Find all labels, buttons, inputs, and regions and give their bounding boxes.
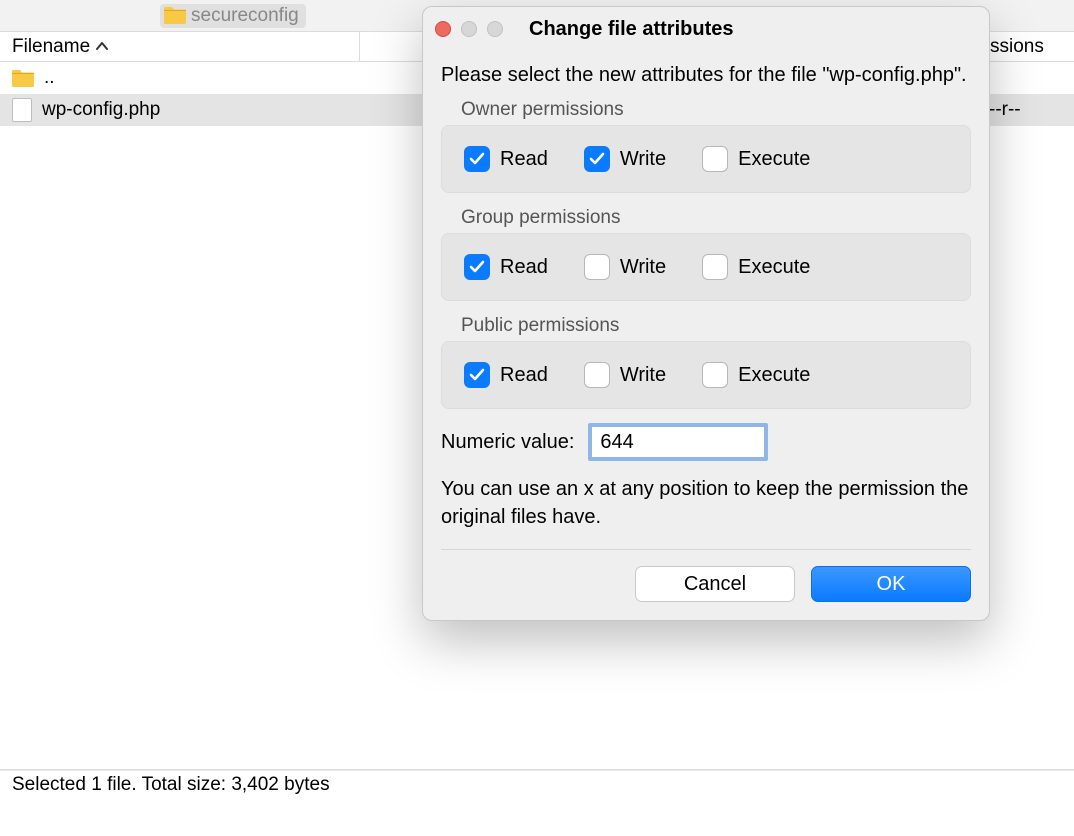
checkbox-label: Read [500,148,548,171]
separator [441,549,971,550]
public-permissions-section: Public permissions Read Write [441,315,971,409]
group-write-checkbox[interactable]: Write [584,254,666,280]
column-header-permissions[interactable]: ssions [984,32,1074,61]
public-read-checkbox[interactable]: Read [464,362,548,388]
breadcrumb-label: secureconfig [191,5,299,27]
column-header-filename-label: Filename [12,36,90,58]
folder-icon [12,70,34,87]
dialog-title: Change file attributes [529,18,733,41]
public-execute-checkbox[interactable]: Execute [702,362,810,388]
button-label: OK [877,573,906,596]
ok-button[interactable]: OK [811,566,971,602]
owner-write-checkbox[interactable]: Write [584,146,666,172]
cancel-button[interactable]: Cancel [635,566,795,602]
status-text: Selected 1 file. Total size: 3,402 bytes [12,774,330,796]
group-execute-checkbox[interactable]: Execute [702,254,810,280]
dialog-buttons: Cancel OK [441,566,971,602]
status-bar: Selected 1 file. Total size: 3,402 bytes [0,770,1074,798]
dialog-prompt: Please select the new attributes for the… [441,61,971,89]
checkbox-label: Read [500,256,548,279]
checkbox-label: Execute [738,148,810,171]
column-header-filename[interactable]: Filename [0,32,360,61]
public-write-checkbox[interactable]: Write [584,362,666,388]
breadcrumb-item-secureconfig[interactable]: secureconfig [160,4,306,28]
checkbox-label: Read [500,364,548,387]
file-name-label: wp-config.php [42,99,160,121]
minimize-icon [461,21,477,37]
checkbox-label: Write [620,256,666,279]
file-permissions-label: --r-- [984,99,1074,121]
numeric-value-row: Numeric value: [441,423,971,461]
change-attributes-dialog: Change file attributes Please select the… [422,6,990,621]
button-label: Cancel [684,573,746,596]
folder-icon [164,7,186,24]
checkbox-label: Write [620,364,666,387]
checkbox-label: Execute [738,364,810,387]
checkbox-icon [702,254,728,280]
owner-permissions-label: Owner permissions [441,99,971,121]
checkmark-icon [464,362,490,388]
owner-execute-checkbox[interactable]: Execute [702,146,810,172]
public-permissions-label: Public permissions [441,315,971,337]
owner-permissions-section: Owner permissions Read Write [441,99,971,193]
checkbox-icon [702,362,728,388]
numeric-value-input[interactable] [588,423,768,461]
close-icon[interactable] [435,21,451,37]
checkmark-icon [584,146,610,172]
checkbox-label: Execute [738,256,810,279]
window-controls [435,21,503,37]
owner-read-checkbox[interactable]: Read [464,146,548,172]
checkbox-icon [584,362,610,388]
dialog-titlebar: Change file attributes [423,7,989,51]
hint-text: You can use an x at any position to keep… [441,475,971,531]
column-header-permissions-label: ssions [990,36,1044,58]
checkbox-icon [702,146,728,172]
group-read-checkbox[interactable]: Read [464,254,548,280]
group-permissions-label: Group permissions [441,207,971,229]
checkbox-label: Write [620,148,666,171]
file-name-label: .. [44,67,55,89]
group-permissions-section: Group permissions Read Write [441,207,971,301]
checkmark-icon [464,146,490,172]
sort-ascending-icon [96,39,108,54]
document-icon [12,98,32,122]
numeric-value-label: Numeric value: [441,431,574,454]
checkbox-icon [584,254,610,280]
maximize-icon [487,21,503,37]
checkmark-icon [464,254,490,280]
